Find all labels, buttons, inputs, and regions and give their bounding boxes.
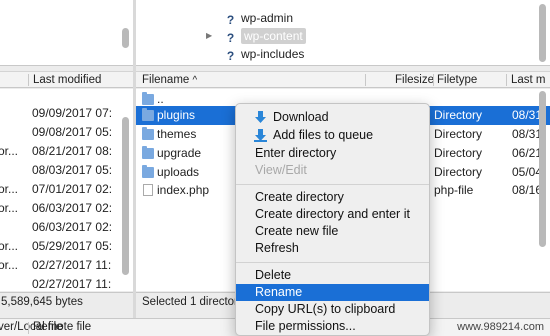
question-folder-icon: ?: [226, 31, 235, 45]
column-filesize[interactable]: Filesize: [395, 72, 434, 88]
local-list-scrollbar[interactable]: [122, 117, 129, 275]
menu-item-refresh[interactable]: Refresh: [236, 240, 429, 257]
list-item[interactable]: 02/27/2017 11:: [0, 275, 133, 291]
menu-item-view-edit: View/Edit: [255, 163, 307, 177]
column-separator: [433, 74, 434, 86]
remote-tree-pane[interactable]: ? wp-admin ▶ ? wp-content ? wp-includes: [136, 0, 550, 66]
watermark: www.989214.com: [457, 321, 544, 333]
column-filename-label: Filename: [142, 74, 190, 86]
tree-item-wp-content[interactable]: ? wp-content: [225, 27, 306, 45]
list-item[interactable]: or... 06/03/2017 02:: [0, 199, 133, 218]
column-last-modified[interactable]: Last m: [511, 72, 546, 88]
list-item[interactable]: 08/03/2017 05:: [0, 161, 133, 180]
list-item[interactable]: or... 07/01/2017 02:: [0, 180, 133, 199]
menu-item-create-directory[interactable]: Create directory: [236, 189, 429, 206]
local-status: 5,589,645 bytes: [0, 292, 133, 310]
local-file-list[interactable]: 09/09/2017 07: 09/08/2017 05: or... 08/21…: [0, 89, 133, 291]
menu-item-create-new-file[interactable]: Create new file: [236, 223, 429, 240]
folder-icon: [142, 146, 154, 159]
menu-separator: [236, 262, 429, 263]
context-menu: Download Add files to queue Enter direct…: [235, 103, 430, 336]
folder-icon: [142, 127, 154, 140]
question-folder-icon: ?: [226, 49, 235, 63]
remote-list-scrollbar[interactable]: [539, 91, 546, 247]
folder-icon: [142, 108, 154, 121]
menu-item-file-permissions[interactable]: File permissions...: [236, 318, 429, 335]
list-item[interactable]: 09/08/2017 05:: [0, 123, 133, 142]
queue-arrow-icon: [254, 129, 267, 142]
expand-arrow-icon[interactable]: ▶: [206, 31, 212, 40]
column-separator: [365, 74, 366, 86]
menu-item-add-to-queue[interactable]: Add files to queue: [236, 127, 429, 144]
menu-item-create-directory-enter[interactable]: Create directory and enter it: [236, 206, 429, 223]
question-folder-icon: ?: [226, 13, 235, 27]
menu-item-rename[interactable]: Rename: [236, 284, 429, 301]
column-separator: [28, 322, 29, 334]
column-separator: [506, 74, 507, 86]
local-list-header: Last modified: [0, 71, 133, 88]
list-item[interactable]: 09/09/2017 07:: [0, 104, 133, 123]
column-remote-file[interactable]: Remote file: [33, 319, 91, 336]
column-filename[interactable]: Filename ^: [142, 72, 197, 88]
remote-tree-scrollbar[interactable]: [539, 4, 546, 62]
download-arrow-icon: [255, 111, 266, 123]
menu-item-enter-directory[interactable]: Enter directory: [236, 145, 429, 162]
menu-separator: [236, 184, 429, 185]
list-item[interactable]: or... 08/21/2017 08:: [0, 142, 133, 161]
folder-icon: [142, 165, 154, 178]
menu-item-delete[interactable]: Delete: [236, 267, 429, 284]
local-tree-scrollbar[interactable]: [122, 28, 129, 48]
list-item[interactable]: or... 05/29/2017 05:: [0, 237, 133, 256]
column-separator: [28, 74, 29, 86]
sort-indicator-icon: ^: [192, 75, 198, 86]
menu-item-download[interactable]: Download: [236, 109, 429, 126]
list-item[interactable]: 06/03/2017 02:: [0, 218, 133, 237]
file-icon: [143, 184, 153, 196]
folder-icon: [142, 92, 154, 105]
menu-item-copy-url[interactable]: Copy URL(s) to clipboard: [236, 301, 429, 318]
remote-list-header: Filename ^ Filesize Filetype Last m: [136, 71, 550, 88]
list-item[interactable]: or... 02/27/2017 11:: [0, 256, 133, 275]
column-last-modified[interactable]: Last modified: [33, 72, 101, 88]
column-filetype[interactable]: Filetype: [437, 72, 477, 88]
tree-item-wp-admin[interactable]: ? wp-admin: [225, 9, 293, 27]
local-tree-pane[interactable]: [0, 0, 133, 66]
tree-item-wp-includes[interactable]: ? wp-includes: [225, 45, 305, 63]
